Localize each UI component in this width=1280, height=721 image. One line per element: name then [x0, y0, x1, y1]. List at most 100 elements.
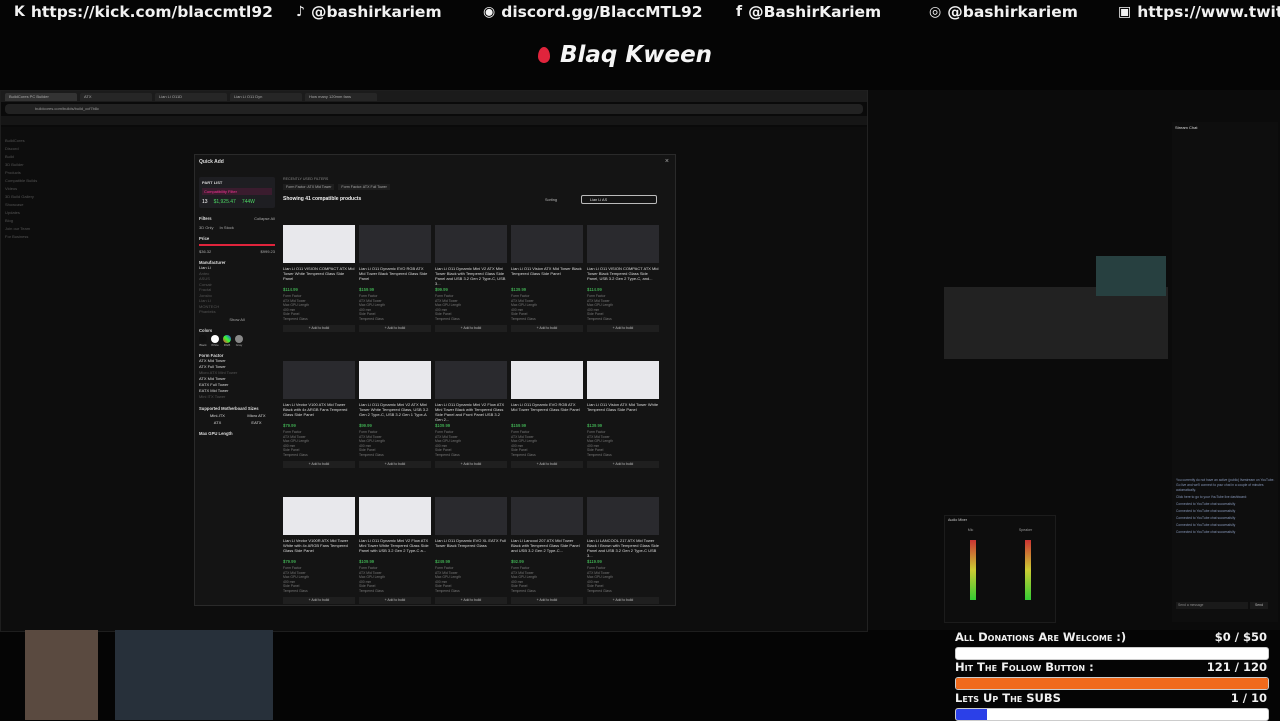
social-facebook: f @BashirKariem — [736, 3, 881, 21]
nav-item[interactable]: Join our Team — [5, 225, 85, 233]
search-input[interactable]: Lian Li AS — [581, 195, 657, 204]
product-card[interactable]: Lian Li O11 Dynamic EVO XL EATX Full Tow… — [435, 497, 507, 627]
product-card[interactable]: Lian Li Lancool 207 ATX Mid Tower Black … — [511, 497, 583, 627]
add-to-build-button[interactable]: + Add to build — [511, 325, 583, 332]
browser-tab[interactable]: BuildCores PC Builder — [5, 92, 77, 101]
product-card[interactable]: Lian Li LANCOOL 217 ATX Mid Tower Black … — [587, 497, 659, 627]
nav-item[interactable]: Videos — [5, 185, 85, 193]
compatibility-filter-toggle[interactable]: Compatibility Filter — [202, 188, 272, 195]
browser-tab[interactable]: Lian Li O11D — [155, 92, 227, 101]
close-icon[interactable]: × — [665, 158, 669, 165]
add-to-build-button[interactable]: + Add to build — [359, 325, 431, 332]
nav-item[interactable]: Updates — [5, 209, 85, 217]
sorting-button[interactable]: Sorting — [545, 198, 557, 202]
browser-tab[interactable]: ATX — [80, 92, 152, 101]
product-image[interactable] — [283, 497, 355, 535]
product-card[interactable]: Lian Li Vector V100 ATX Mid Tower Black … — [283, 361, 355, 491]
product-card[interactable]: Lian Li O11 Vision ATX Mid Tower Black T… — [511, 225, 583, 355]
product-image[interactable] — [283, 225, 355, 263]
nav-item[interactable]: Build — [5, 153, 85, 161]
product-image[interactable] — [435, 361, 507, 399]
color-option[interactable]: White — [211, 334, 219, 347]
add-to-build-button[interactable]: + Add to build — [587, 597, 659, 604]
product-name: Lian Li LANCOOL 217 ATX Mid Tower Black … — [587, 538, 659, 558]
add-to-build-button[interactable]: + Add to build — [435, 597, 507, 604]
add-to-build-button[interactable]: + Add to build — [283, 325, 355, 332]
product-card[interactable]: Lian Li O11 VISION COMPACT ATX Mid Tower… — [587, 225, 659, 355]
product-image[interactable] — [435, 225, 507, 263]
product-name: Lian Li O11 Dynamic EVO RGB ATX Mid Towe… — [359, 266, 428, 281]
product-card[interactable]: Lian Li O11 Dynamic Mini V2 ATX Mini Tow… — [435, 225, 507, 355]
product-image[interactable] — [511, 361, 583, 399]
3d-only-toggle[interactable]: 3D Only — [199, 225, 213, 230]
product-image[interactable] — [359, 225, 431, 263]
product-image[interactable] — [511, 225, 583, 263]
send-button[interactable]: Send — [1250, 602, 1268, 609]
product-card[interactable]: Lian Li O11 VISION COMPACT ATX Mid Tower… — [283, 225, 355, 355]
motherboard-option[interactable]: Mini-ITX — [199, 413, 236, 418]
browser-tab[interactable]: Lian Li O11 Dyn — [230, 92, 302, 101]
add-to-build-button[interactable]: + Add to build — [283, 461, 355, 468]
color-option[interactable]: Black — [199, 334, 207, 347]
add-to-build-button[interactable]: + Add to build — [283, 597, 355, 604]
product-card[interactable]: Lian Li O11 Dynamic Mini V2 Flow ATX Min… — [359, 497, 431, 627]
add-to-build-button[interactable]: + Add to build — [359, 597, 431, 604]
form-factor-option[interactable]: Mini ITX Tower — [199, 394, 275, 400]
product-card[interactable]: Lian Li O11 Dynamic EVO RGB ATX Mid Towe… — [511, 361, 583, 491]
browser-tabs: BuildCores PC Builder ATX Lian Li O11D Lian… — [1, 91, 867, 102]
product-card[interactable]: Lian Li O11 Dynamic Mini V2 Flow ATX Min… — [435, 361, 507, 491]
add-to-build-button[interactable]: + Add to build — [359, 461, 431, 468]
product-image[interactable] — [435, 497, 507, 535]
chat-input[interactable]: Send a message — [1176, 602, 1248, 609]
address-bar[interactable]: buildcores.com/builds/build_ccf7b8c — [5, 104, 863, 114]
nav-item[interactable]: Discord — [5, 145, 85, 153]
manufacturer-option[interactable]: Phanteks — [199, 309, 275, 315]
nav-item[interactable]: Compatible Builds — [5, 177, 85, 185]
nav-item[interactable]: Blog — [5, 217, 85, 225]
product-image[interactable] — [283, 361, 355, 399]
product-card[interactable]: Lian Li O11 Dynamic Mini V2 ATX Mini Tow… — [359, 361, 431, 491]
nav-item[interactable]: Showcase — [5, 201, 85, 209]
spec-line: Tempered Glass — [359, 588, 384, 593]
add-to-build-button[interactable]: + Add to build — [435, 325, 507, 332]
filter-chip[interactable]: Form Factor: ATX Mid Tower — [283, 184, 335, 190]
show-all-manufacturers[interactable]: Show All — [199, 317, 275, 322]
motherboard-option[interactable]: EATX — [238, 420, 275, 425]
product-card[interactable]: Lian Li Vector V100R ATX Mid Tower White… — [283, 497, 355, 627]
product-price: $114.99 — [283, 287, 298, 292]
tiktok-icon: ♪ — [296, 4, 305, 20]
add-to-build-button[interactable]: + Add to build — [511, 597, 583, 604]
social-handle: @BashirKariem — [748, 3, 882, 21]
collapse-all-button[interactable]: Collapse All — [254, 216, 275, 221]
product-name: Lian Li O11 Dynamic Mini V2 Flow ATX Min… — [359, 538, 429, 553]
product-image[interactable] — [359, 361, 431, 399]
product-card[interactable]: Lian Li O11 Dynamic EVO RGB ATX Mid Towe… — [359, 225, 431, 355]
gpu-length-heading: Max GPU Length — [199, 430, 233, 436]
product-image[interactable] — [511, 497, 583, 535]
nav-item[interactable]: 3D Builder — [5, 161, 85, 169]
product-image[interactable] — [359, 497, 431, 535]
product-image[interactable] — [587, 361, 659, 399]
product-image[interactable] — [587, 225, 659, 263]
color-option[interactable]: RGB — [223, 334, 231, 347]
speaker-meter[interactable] — [1024, 540, 1031, 600]
nav-item[interactable]: For Business — [5, 233, 85, 241]
price-slider[interactable] — [199, 244, 275, 246]
add-to-build-button[interactable]: + Add to build — [587, 461, 659, 468]
product-card[interactable]: Lian Li O11 Vision ATX Mid Tower White T… — [587, 361, 659, 491]
mic-meter[interactable] — [969, 540, 976, 600]
motherboard-option[interactable]: ATX — [199, 420, 236, 425]
nav-item[interactable]: BuildCores — [5, 137, 85, 145]
filter-chip[interactable]: Form Factor: ATX Full Tower — [338, 184, 390, 190]
color-option[interactable]: Gray — [235, 334, 243, 347]
nav-item[interactable]: Products — [5, 169, 85, 177]
product-image[interactable] — [587, 497, 659, 535]
browser-tab[interactable]: How many 120mm fans — [305, 92, 377, 101]
nav-item[interactable]: 3D Build Gallery — [5, 193, 85, 201]
add-to-build-button[interactable]: + Add to build — [435, 461, 507, 468]
in-stock-toggle[interactable]: In Stock — [219, 225, 233, 230]
add-to-build-button[interactable]: + Add to build — [587, 325, 659, 332]
add-to-build-button[interactable]: + Add to build — [511, 461, 583, 468]
product-specs: Form Factor ATX Mid Tower Max GPU Length 40… — [283, 294, 355, 321]
motherboard-option[interactable]: Micro ATX — [238, 413, 275, 418]
